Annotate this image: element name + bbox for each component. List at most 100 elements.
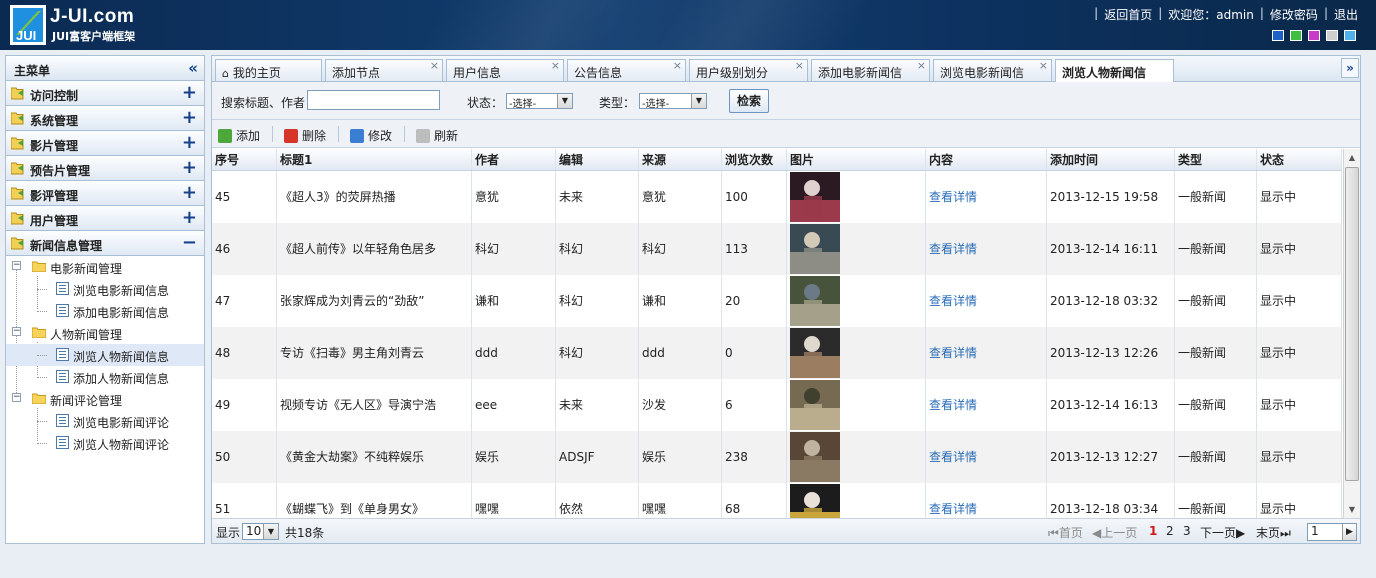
tab-user-info[interactable]: 用户信息 ×	[446, 59, 564, 81]
table-row[interactable]: 48 专访《扫毒》男主角刘青云 ddd 科幻 ddd 0 查看详情 2013-12-13 12…	[212, 327, 1342, 379]
tab-announcements[interactable]: 公告信息 ×	[567, 59, 686, 81]
tree-item-add-people-news[interactable]: 添加人物新闻信息	[6, 366, 204, 388]
column-header[interactable]: 编辑	[556, 149, 639, 170]
go-arrow-icon[interactable]: ▶	[1342, 524, 1356, 540]
change-password-link[interactable]: 修改密码	[1270, 6, 1318, 23]
close-tab-icon[interactable]: ×	[551, 60, 560, 72]
tree-item-browse-people-news[interactable]: 浏览人物新闻信息	[6, 344, 204, 366]
expand-icon[interactable]: +	[182, 207, 197, 228]
column-header[interactable]: 类型	[1175, 149, 1257, 170]
table-row[interactable]: 51 《蝴蝶飞》到《单身男女》 嘿嘿 依然 嘿嘿 68 查看详情 2013-12-18 03:…	[212, 483, 1342, 518]
table-row[interactable]: 47 张家辉成为刘青云的“劲敌” 谦和 科幻 谦和 20 查看详情 2013-12-18 03…	[212, 275, 1342, 327]
tree-group-people-news[interactable]: − 人物新闻管理	[6, 322, 204, 344]
close-tab-icon[interactable]: ×	[430, 60, 439, 72]
accordion-reviews[interactable]: 影评管理 +	[6, 181, 204, 206]
table-row[interactable]: 49 视频专访《无人区》导演宁浩 eee 未来 沙发 6 查看详情 2013-12-14 16…	[212, 379, 1342, 431]
collapse-icon[interactable]: −	[182, 232, 197, 253]
theme-swatch-blue[interactable]	[1272, 30, 1284, 41]
delete-button[interactable]: 删除	[284, 127, 326, 144]
home-link[interactable]: 返回首页	[1104, 6, 1152, 23]
news-thumbnail[interactable]	[790, 432, 840, 482]
accordion-users[interactable]: 用户管理 +	[6, 206, 204, 231]
expand-icon[interactable]: +	[182, 157, 197, 178]
collapse-icon[interactable]: −	[12, 261, 21, 270]
view-details-link[interactable]: 查看详情	[926, 327, 1047, 379]
news-thumbnail[interactable]	[790, 172, 840, 222]
theme-swatch-azure[interactable]	[1344, 30, 1356, 41]
column-header[interactable]: 标题1	[277, 149, 472, 170]
scrollbar-thumb[interactable]	[1345, 167, 1359, 481]
page-size-select[interactable]: 10 ▼	[242, 523, 279, 540]
news-thumbnail[interactable]	[790, 328, 840, 378]
prev-page-button[interactable]: ◀上一页	[1092, 524, 1137, 541]
tab-add-movie-news[interactable]: 添加电影新闻信 ×	[811, 59, 930, 81]
view-details-link[interactable]: 查看详情	[926, 223, 1047, 275]
tab-browse-movie-news[interactable]: 浏览电影新闻信 ×	[933, 59, 1052, 81]
news-thumbnail[interactable]	[790, 380, 840, 430]
column-header[interactable]: 添加时间	[1047, 149, 1175, 170]
accordion-movies[interactable]: 影片管理 +	[6, 131, 204, 156]
view-details-link[interactable]: 查看详情	[926, 171, 1047, 223]
table-row[interactable]: 50 《黄金大劫案》不纯粹娱乐 娱乐 ADSJF 娱乐 238 查看详情 2013-12-13…	[212, 431, 1342, 483]
column-header[interactable]: 内容	[926, 149, 1047, 170]
edit-button[interactable]: 修改	[350, 127, 392, 144]
tree-item-browse-people-comments[interactable]: 浏览人物新闻评论	[6, 432, 204, 454]
collapse-icon[interactable]: −	[12, 393, 21, 402]
column-header[interactable]: 浏览次数	[722, 149, 787, 170]
tree-group-movie-news[interactable]: − 电影新闻管理	[6, 256, 204, 278]
expand-icon[interactable]: +	[182, 107, 197, 128]
view-details-link[interactable]: 查看详情	[926, 431, 1047, 483]
table-row[interactable]: 45 《超人3》的荧屏热播 意犹 未来 意犹 100 查看详情 2013-12-15 19:5…	[212, 171, 1342, 223]
search-button[interactable]: 检索	[729, 89, 769, 113]
view-details-link[interactable]: 查看详情	[926, 483, 1047, 518]
scroll-up-icon[interactable]: ▲	[1344, 149, 1360, 166]
accordion-access-control[interactable]: 访问控制 +	[6, 81, 204, 106]
page-3[interactable]: 3	[1183, 524, 1191, 538]
collapse-sidebar-icon[interactable]: «	[188, 59, 198, 77]
tree-item-browse-movie-news[interactable]: 浏览电影新闻信息	[6, 278, 204, 300]
expand-icon[interactable]: +	[182, 82, 197, 103]
first-page-button[interactable]: ⏮首页	[1048, 524, 1083, 541]
goto-page-input[interactable]: 1 ▶	[1307, 523, 1357, 541]
refresh-button[interactable]: 刷新	[416, 127, 458, 144]
collapse-icon[interactable]: −	[12, 327, 21, 336]
table-scrollbar[interactable]: ▲ ▼	[1343, 149, 1360, 518]
logout-link[interactable]: 退出	[1334, 6, 1358, 23]
close-tab-icon[interactable]: ×	[1039, 60, 1048, 72]
news-thumbnail[interactable]	[790, 224, 840, 274]
keyword-input[interactable]	[307, 90, 440, 110]
view-details-link[interactable]: 查看详情	[926, 275, 1047, 327]
column-header[interactable]: 作者	[472, 149, 556, 170]
page-1[interactable]: 1	[1149, 524, 1157, 538]
tab-add-node[interactable]: 添加节点 ×	[325, 59, 443, 81]
view-details-link[interactable]: 查看详情	[926, 379, 1047, 431]
theme-swatch-silver[interactable]	[1326, 30, 1338, 41]
column-header[interactable]: 来源	[639, 149, 722, 170]
column-header[interactable]: 状态	[1257, 149, 1342, 170]
add-button[interactable]: 添加	[218, 127, 260, 144]
column-header[interactable]: 图片	[787, 149, 926, 170]
next-page-button[interactable]: 下一页▶	[1200, 524, 1245, 541]
tree-item-browse-movie-comments[interactable]: 浏览电影新闻评论	[6, 410, 204, 432]
status-select[interactable]: -选择- ▼	[506, 93, 573, 110]
column-header[interactable]: 序号	[212, 149, 277, 170]
news-thumbnail[interactable]	[790, 276, 840, 326]
accordion-news[interactable]: 新闻信息管理 −	[6, 231, 204, 256]
page-2[interactable]: 2	[1166, 524, 1174, 538]
theme-swatch-green[interactable]	[1290, 30, 1302, 41]
tab-list-menu-icon[interactable]: »	[1341, 58, 1359, 78]
close-tab-icon[interactable]: ×	[917, 60, 926, 72]
expand-icon[interactable]: +	[182, 182, 197, 203]
last-page-button[interactable]: 末页⏭	[1256, 524, 1291, 541]
tree-item-add-movie-news[interactable]: 添加电影新闻信息	[6, 300, 204, 322]
tree-group-news-comments[interactable]: − 新闻评论管理	[6, 388, 204, 410]
accordion-system[interactable]: 系统管理 +	[6, 106, 204, 131]
close-tab-icon[interactable]: ×	[795, 60, 804, 72]
news-thumbnail[interactable]	[790, 484, 840, 518]
tab-user-levels[interactable]: 用户级别划分 ×	[689, 59, 808, 81]
tab-browse-people-news[interactable]: 浏览人物新闻信	[1055, 59, 1174, 83]
type-select[interactable]: -选择- ▼	[639, 93, 707, 110]
scroll-down-icon[interactable]: ▼	[1344, 501, 1360, 518]
accordion-trailers[interactable]: 预告片管理 +	[6, 156, 204, 181]
expand-icon[interactable]: +	[182, 132, 197, 153]
